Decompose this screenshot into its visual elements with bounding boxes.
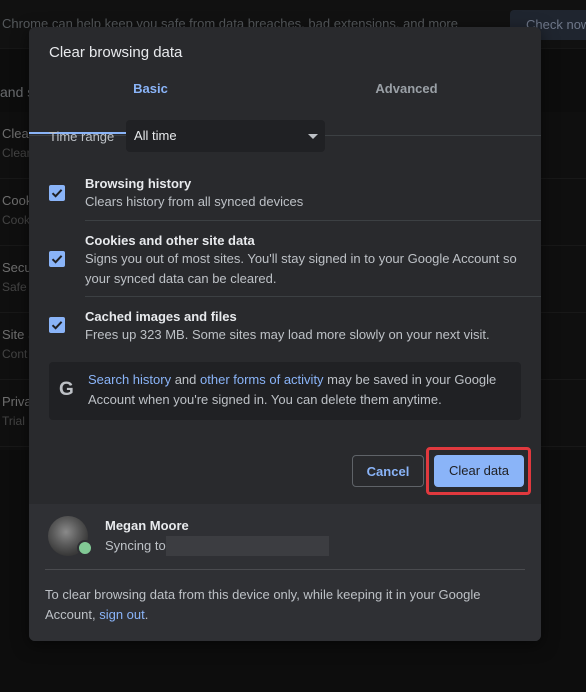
notice-text-mid: and bbox=[171, 372, 201, 387]
clear-browsing-data-dialog: Clear browsing data Basic Advanced Time … bbox=[29, 27, 541, 641]
google-activity-notice: G Search history and other forms of acti… bbox=[49, 362, 521, 420]
redacted-email bbox=[166, 536, 329, 556]
cached-images-checkbox[interactable] bbox=[49, 317, 65, 333]
dropdown-arrow-icon bbox=[308, 134, 318, 139]
time-range-value: All time bbox=[134, 128, 177, 143]
checkmark-icon bbox=[51, 255, 63, 264]
browsing-history-description: Clears history from all synced devices bbox=[85, 194, 304, 209]
notice-text: Search history and other forms of activi… bbox=[88, 370, 508, 410]
browsing-history-checkbox[interactable] bbox=[49, 185, 65, 201]
divider bbox=[85, 220, 541, 221]
cached-images-description: Frees up 323 MB. Some sites may load mor… bbox=[85, 327, 490, 342]
search-history-link[interactable]: Search history bbox=[88, 372, 171, 387]
time-range-select[interactable]: All time bbox=[126, 120, 325, 152]
footer-text: To clear browsing data from this device … bbox=[45, 585, 515, 625]
browsing-history-title: Browsing history bbox=[85, 176, 192, 191]
cookies-description: Signs you out of most sites. You'll stay… bbox=[85, 251, 517, 286]
cached-images-title: Cached images and files bbox=[85, 309, 237, 324]
divider bbox=[45, 569, 525, 570]
dialog-title: Clear browsing data bbox=[49, 44, 183, 61]
cancel-button[interactable]: Cancel bbox=[352, 455, 424, 487]
other-activity-link[interactable]: other forms of activity bbox=[200, 372, 324, 387]
divider bbox=[85, 296, 541, 297]
google-g-icon: G bbox=[59, 379, 74, 400]
sync-status-label: Syncing to bbox=[105, 538, 166, 553]
account-name: Megan Moore bbox=[105, 518, 189, 533]
time-range-label: Time range bbox=[49, 129, 115, 144]
account-footer: Megan Moore Syncing to To clear browsing… bbox=[29, 504, 541, 641]
checkmark-icon bbox=[51, 189, 63, 198]
cookies-checkbox[interactable] bbox=[49, 251, 65, 267]
checkmark-icon bbox=[51, 321, 63, 330]
clear-data-button[interactable]: Clear data bbox=[434, 455, 524, 487]
footer-text-end: . bbox=[144, 607, 149, 622]
sync-icon bbox=[77, 540, 93, 556]
cookies-title: Cookies and other site data bbox=[85, 233, 255, 248]
sign-out-link[interactable]: sign out bbox=[99, 607, 145, 622]
